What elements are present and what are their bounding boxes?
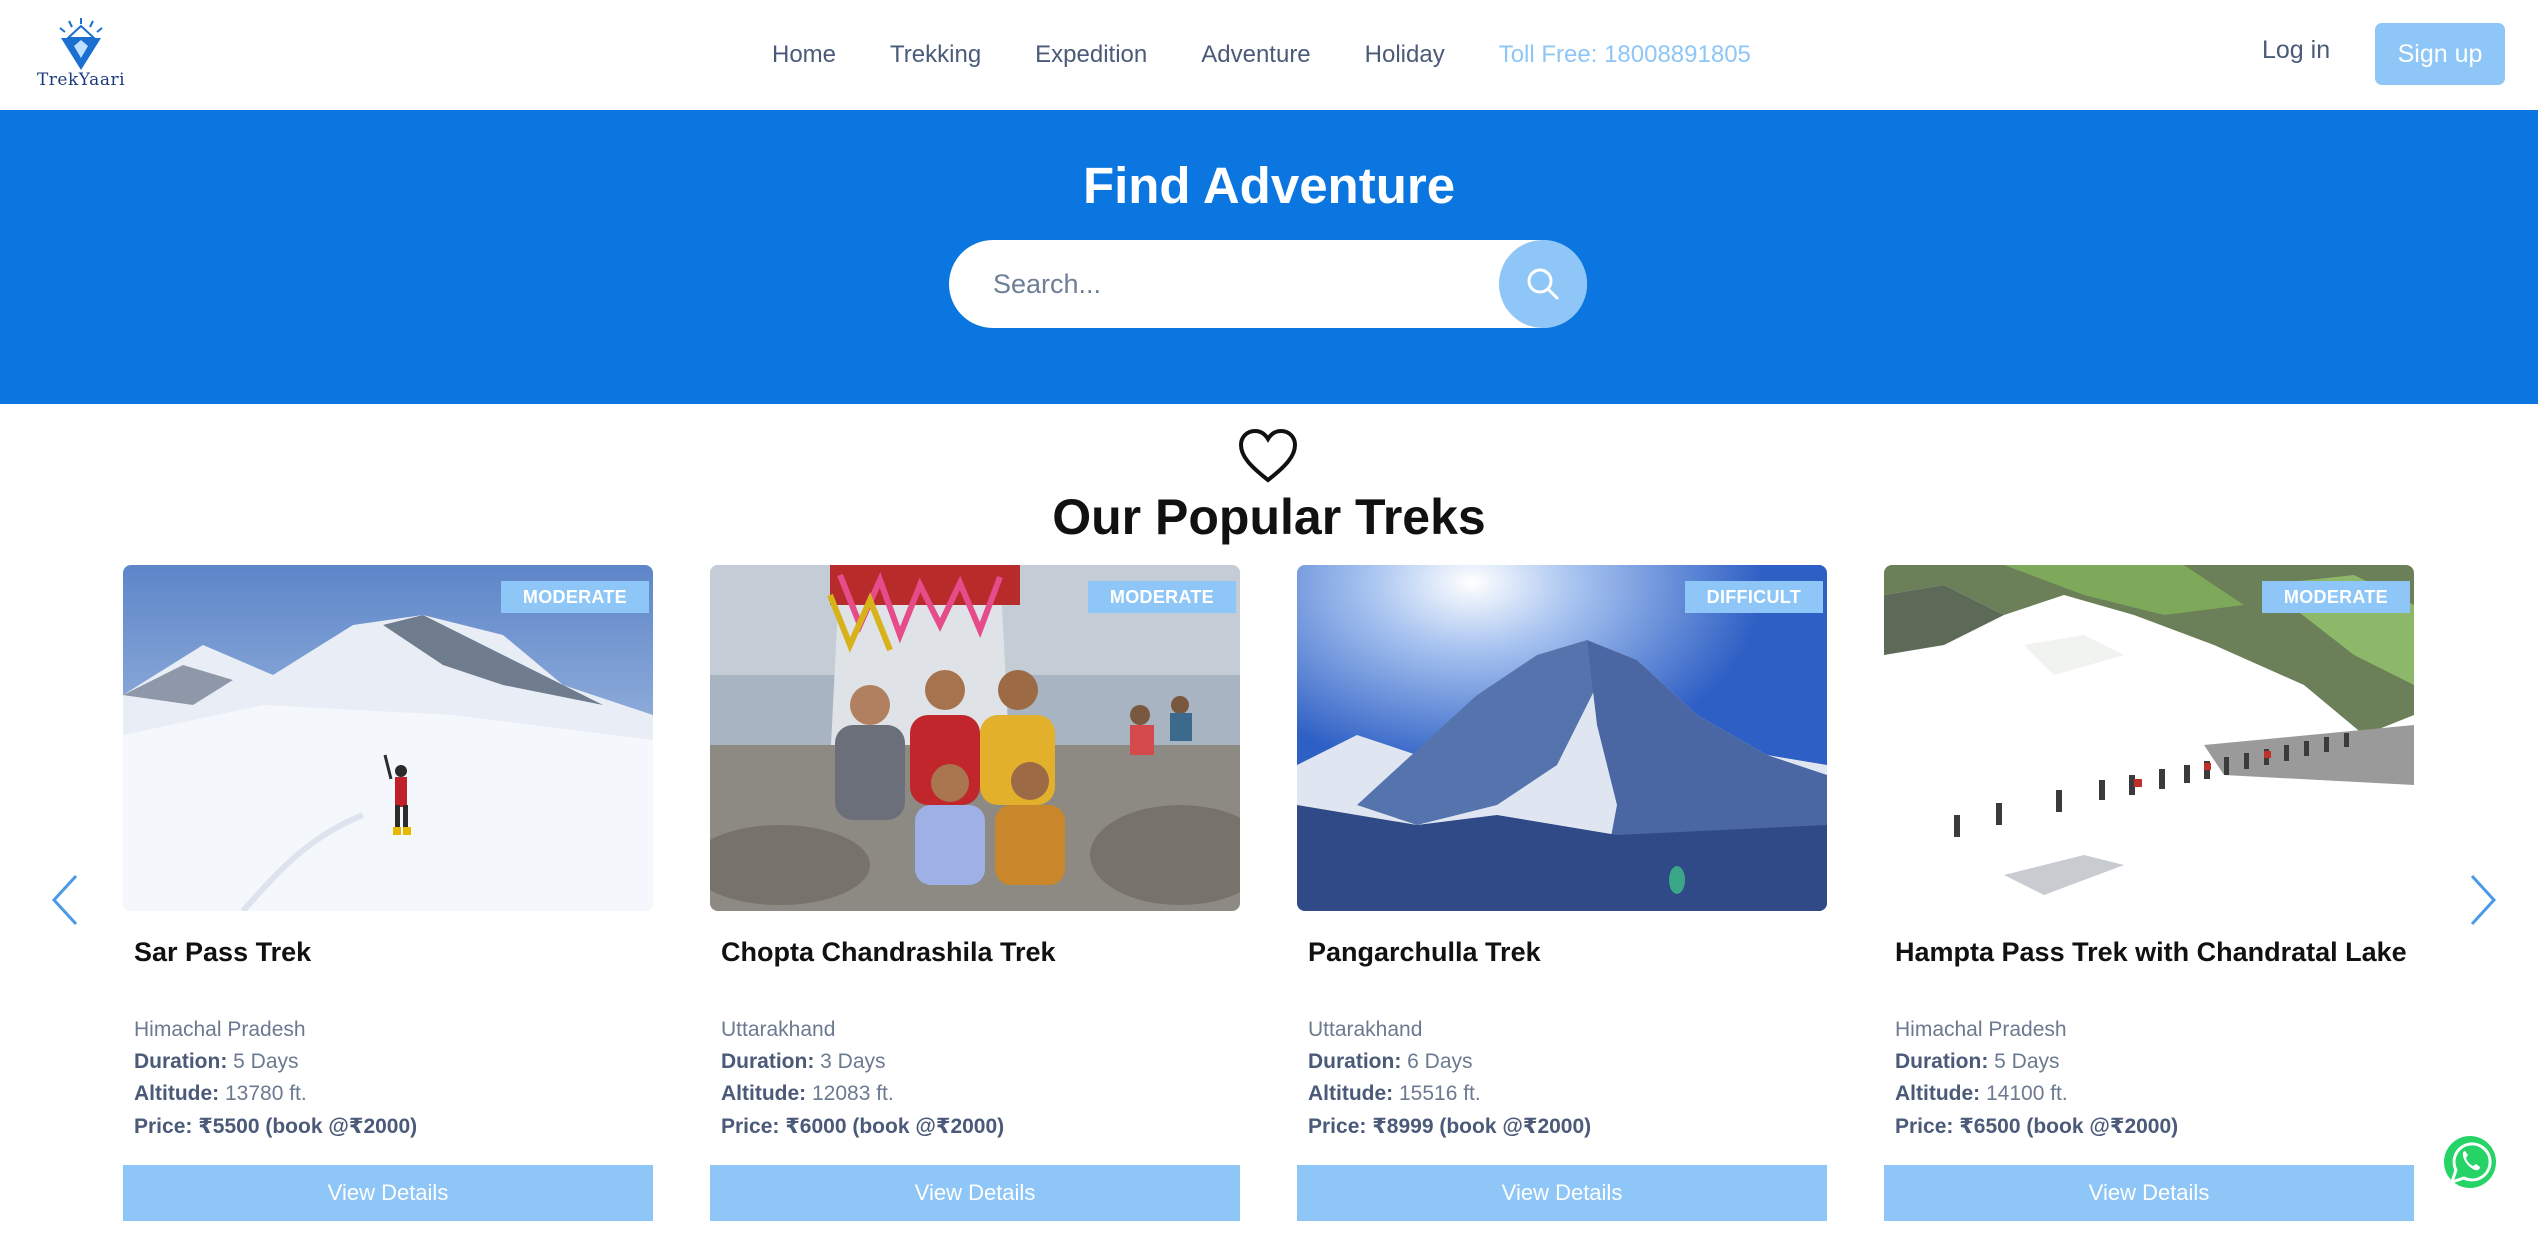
search-bar [949,240,1587,328]
view-details-button[interactable]: View Details [123,1165,653,1221]
view-details-button[interactable]: View Details [710,1165,1240,1221]
nav-home[interactable]: Home [772,41,836,69]
toll-free-link[interactable]: Toll Free: 18008891805 [1499,41,1751,69]
trek-title: Pangarchulla Trek [1308,937,1541,967]
trek-image[interactable]: DIFFICULT [1297,565,1827,911]
hero-title: Find Adventure [1082,157,1456,214]
difficulty-badge: MODERATE [2261,581,2410,613]
trek-region: Himachal Pradesh [134,1018,306,1041]
search-button[interactable] [1499,240,1587,328]
view-details-button[interactable]: View Details [1297,1165,1827,1221]
trek-altitude: Altitude: 15516 ft. [1308,1082,1481,1105]
search-input[interactable] [993,262,1493,306]
trek-price: Price: ₹8999 (book @₹2000) [1308,1115,1592,1138]
top-navbar: TrekYaari Home Trekking Expedition Adven… [0,0,2538,110]
hero-banner: Find Adventure [0,110,2538,404]
nav-holiday[interactable]: Holiday [1365,41,1445,69]
trek-card[interactable]: DIFFICULT Pangarchulla Trek Uttarakhand … [1297,565,1827,1225]
trek-duration: Duration: 5 Days [134,1050,299,1073]
search-icon [1527,268,1559,300]
trek-image[interactable]: MODERATE [123,565,653,911]
trek-duration: Duration: 3 Days [721,1050,886,1073]
trek-title: Chopta Chandrashila Trek [721,937,1056,967]
signup-button[interactable]: Sign up [2375,23,2505,85]
trek-image[interactable]: MODERATE [710,565,1240,911]
trek-price: Price: ₹5500 (book @₹2000) [134,1115,418,1138]
page: TrekYaari Home Trekking Expedition Adven… [0,0,2538,1238]
nav-adventure[interactable]: Adventure [1201,41,1310,69]
trek-region: Uttarakhand [1308,1018,1423,1041]
trek-duration: Duration: 6 Days [1308,1050,1473,1073]
logo-text: TrekYaari [36,70,126,90]
trek-region: Himachal Pradesh [1895,1018,2067,1041]
brand-logo[interactable]: TrekYaari [36,14,126,96]
trek-duration: Duration: 5 Days [1895,1050,2060,1073]
logo-mountain-icon [59,18,103,70]
view-details-button[interactable]: View Details [1884,1165,2414,1221]
trek-altitude: Altitude: 14100 ft. [1895,1082,2068,1105]
heart-icon [1238,428,1298,483]
nav-expedition[interactable]: Expedition [1035,41,1147,69]
trek-region: Uttarakhand [721,1018,836,1041]
trek-altitude: Altitude: 13780 ft. [134,1082,307,1105]
nav-trekking[interactable]: Trekking [890,41,981,69]
trek-carousel: MODERATE Sar Pass Trek Himachal Pradesh … [123,565,2415,1225]
chevron-left-icon[interactable] [46,870,86,930]
main-menu: Home Trekking Expedition Adventure Holid… [772,0,1751,110]
trek-image[interactable]: MODERATE [1884,565,2414,911]
trek-card[interactable]: MODERATE Chopta Chandrashila Trek Uttara… [710,565,1240,1225]
trek-price: Price: ₹6500 (book @₹2000) [1895,1115,2179,1138]
trek-card[interactable]: MODERATE Sar Pass Trek Himachal Pradesh … [123,565,653,1225]
chevron-right-icon[interactable] [2462,870,2502,930]
whatsapp-icon[interactable] [2442,1134,2498,1190]
trek-title: Hampta Pass Trek with Chandratal Lake [1895,937,2407,967]
difficulty-badge: DIFFICULT [1684,581,1823,613]
login-link[interactable]: Log in [2262,36,2330,65]
trek-altitude: Altitude: 12083 ft. [721,1082,894,1105]
trek-card[interactable]: MODERATE Hampta Pass Trek with Chandrata… [1884,565,2414,1225]
trek-title: Sar Pass Trek [134,937,312,967]
trek-price: Price: ₹6000 (book @₹2000) [721,1115,1005,1138]
section-title: Our Popular Treks [1052,489,1486,545]
difficulty-badge: MODERATE [1087,581,1236,613]
difficulty-badge: MODERATE [500,581,649,613]
